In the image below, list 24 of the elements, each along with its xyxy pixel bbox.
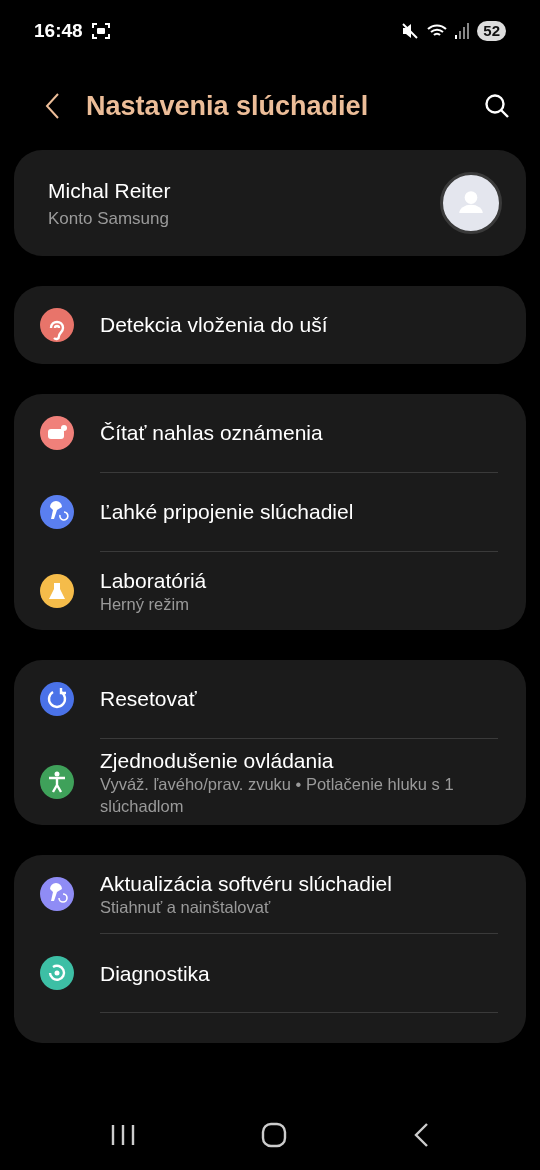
- search-icon[interactable]: [484, 93, 510, 119]
- setting-item[interactable]: Ľahké pripojenie slúchadiel: [100, 498, 354, 526]
- screenshot-icon: [90, 22, 111, 40]
- setting-item[interactable]: Aktualizácia softvéru slúchadiel: [100, 869, 392, 898]
- mute-icon: [401, 22, 420, 40]
- account-card[interactable]: Michal Reiter Konto Samsung: [14, 150, 526, 256]
- recent-apps-icon[interactable]: [110, 1123, 137, 1147]
- setting-summary: Herný režim: [100, 593, 190, 615]
- account-name: Michal Reiter: [48, 177, 172, 204]
- setting-item[interactable]: Detekcia vloženia do uší: [100, 311, 328, 339]
- setting-item[interactable]: Zjednodušenie ovládania: [100, 747, 500, 775]
- account-subtitle: Konto Samsung: [48, 208, 170, 230]
- setting-item[interactable]: Resetovať: [100, 685, 197, 713]
- setting-item[interactable]: Diagnostika: [100, 959, 210, 987]
- back-icon[interactable]: [44, 92, 60, 120]
- setting-summary: Vyváž. ľavého/prav. zvuku • Potlačenie hluku s 1 slúchadlom: [100, 774, 455, 817]
- clock: 16:48: [34, 18, 83, 43]
- signal-icon: [455, 23, 470, 39]
- battery-level: 52: [477, 21, 506, 41]
- setting-item[interactable]: Laboratóriá: [100, 566, 207, 594]
- home-icon[interactable]: [261, 1122, 287, 1148]
- page-title: Nastavenia slúchadiel: [86, 89, 370, 123]
- setting-item[interactable]: Čítať nahlas oznámenia: [100, 419, 323, 447]
- setting-summary: Stiahnuť a nainštalovať: [100, 897, 272, 919]
